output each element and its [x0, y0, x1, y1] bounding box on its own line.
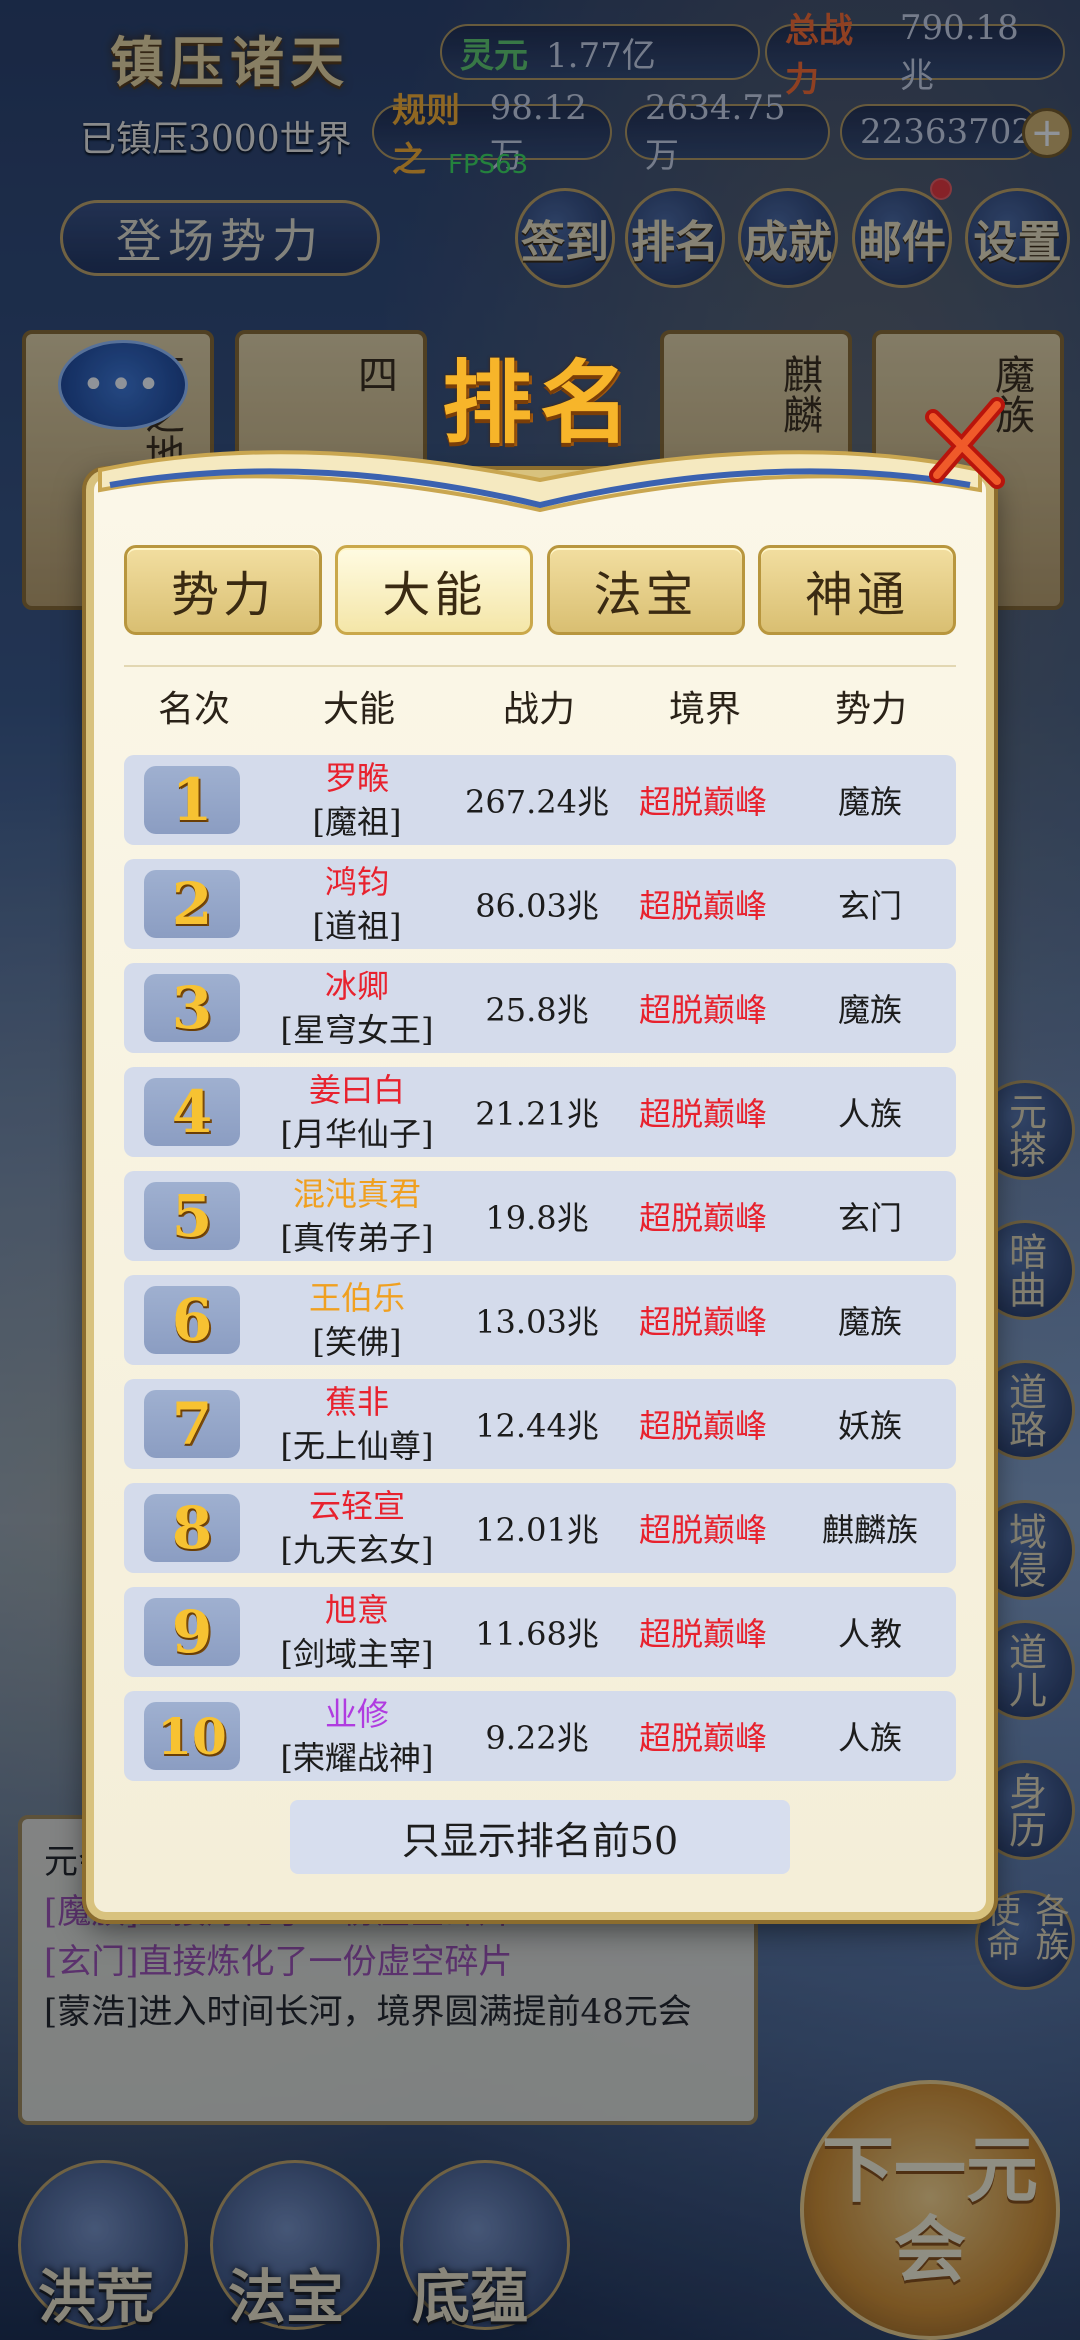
close-icon[interactable]: [915, 395, 1015, 495]
realm-value: 超脱巅峰: [638, 1719, 767, 1757]
table-header: 名次 大能 战力 境界 势力: [124, 680, 956, 740]
character-name: 云轻宣: [308, 1487, 405, 1525]
table-row[interactable]: 3 冰卿 [星穹女王] 25.8兆 超脱巅峰 魔族: [124, 963, 956, 1053]
faction-value: 玄门: [837, 1199, 902, 1237]
realm-value: 超脱巅峰: [638, 1511, 767, 1549]
table-row[interactable]: 6 王伯乐 [笑佛] 13.03兆 超脱巅峰 魔族: [124, 1275, 956, 1365]
rank-number: 9: [144, 1598, 240, 1666]
faction-value: 麒麟族: [821, 1511, 918, 1549]
header-power: 战力: [502, 689, 575, 730]
header-realm: 境界: [668, 689, 741, 730]
power-value: 12.44兆: [475, 1407, 599, 1445]
character-title: [星穹女王]: [280, 1011, 434, 1049]
table-row[interactable]: 7 蕉非 [无上仙尊] 12.44兆 超脱巅峰 妖族: [124, 1379, 956, 1469]
realm-value: 超脱巅峰: [638, 1407, 767, 1445]
character-title: [荣耀战神]: [280, 1739, 434, 1777]
realm-value: 超脱巅峰: [638, 1303, 767, 1341]
faction-value: 人族: [837, 1719, 902, 1757]
realm-value: 超脱巅峰: [638, 1615, 767, 1653]
power-value: 12.01兆: [475, 1511, 599, 1549]
top50-note: 只显示排名前50: [290, 1800, 790, 1874]
character-title: [剑域主宰]: [280, 1635, 434, 1673]
header-rank: 名次: [157, 689, 230, 730]
rank-number: 4: [144, 1078, 240, 1146]
rank-number: 10: [144, 1702, 240, 1770]
name-cell: 鸿钧 [道祖]: [262, 860, 452, 948]
character-name: 冰卿: [324, 967, 389, 1005]
table-row[interactable]: 4 姜曰白 [月华仙子] 21.21兆 超脱巅峰 人族: [124, 1067, 956, 1157]
header-name: 大能: [322, 689, 395, 730]
faction-value: 玄门: [837, 887, 902, 925]
rank-number: 2: [144, 870, 240, 938]
ranking-table: 1 罗睺 [魔祖] 267.24兆 超脱巅峰 魔族 2 鸿钧 [道祖] 86.03兆 超脱巅峰 玄门 3…: [124, 755, 956, 1795]
rank-number: 8: [144, 1494, 240, 1562]
character-title: [笑佛]: [312, 1323, 402, 1361]
realm-value: 超脱巅峰: [638, 991, 767, 1029]
character-title: [道祖]: [312, 907, 402, 945]
tabs-divider: [124, 665, 956, 667]
faction-value: 人族: [837, 1095, 902, 1133]
power-value: 267.24兆: [465, 783, 609, 821]
faction-value: 人教: [837, 1615, 902, 1653]
rank-number: 7: [144, 1390, 240, 1458]
tab-faction[interactable]: 势力: [124, 545, 322, 635]
power-value: 25.8兆: [485, 991, 589, 1029]
table-row[interactable]: 5 混沌真君 [真传弟子] 19.8兆 超脱巅峰 玄门: [124, 1171, 956, 1261]
character-title: [无上仙尊]: [280, 1427, 434, 1465]
character-title: [月华仙子]: [280, 1115, 434, 1153]
rank-number: 3: [144, 974, 240, 1042]
power-value: 19.8兆: [485, 1199, 589, 1237]
realm-value: 超脱巅峰: [638, 783, 767, 821]
tab-divine-ability[interactable]: 神通: [757, 545, 956, 635]
power-value: 21.21兆: [475, 1095, 599, 1133]
name-cell: 罗睺 [魔祖]: [262, 756, 452, 844]
character-name: 蕉非: [324, 1383, 389, 1421]
name-cell: 蕉非 [无上仙尊]: [262, 1380, 452, 1468]
character-name: 王伯乐: [308, 1279, 405, 1317]
realm-value: 超脱巅峰: [638, 1095, 767, 1133]
table-row[interactable]: 1 罗睺 [魔祖] 267.24兆 超脱巅峰 魔族: [124, 755, 956, 845]
power-value: 11.68兆: [475, 1615, 599, 1653]
rank-number: 5: [144, 1182, 240, 1250]
name-cell: 业修 [荣耀战神]: [262, 1692, 452, 1780]
character-name: 罗睺: [324, 759, 389, 797]
faction-value: 妖族: [837, 1407, 902, 1445]
name-cell: 冰卿 [星穹女王]: [262, 964, 452, 1052]
name-cell: 云轻宣 [九天玄女]: [262, 1484, 452, 1572]
realm-value: 超脱巅峰: [638, 1199, 767, 1237]
character-name: 姜曰白: [308, 1071, 405, 1109]
ranking-tabs: 势力 大能 法宝 神通: [124, 545, 956, 635]
table-row[interactable]: 10 业修 [荣耀战神] 9.22兆 超脱巅峰 人族: [124, 1691, 956, 1781]
realm-value: 超脱巅峰: [638, 887, 767, 925]
faction-value: 魔族: [837, 1303, 902, 1341]
character-title: [真传弟子]: [280, 1219, 434, 1257]
power-value: 86.03兆: [475, 887, 599, 925]
character-title: [九天玄女]: [280, 1531, 434, 1569]
rank-number: 6: [144, 1286, 240, 1354]
power-value: 13.03兆: [475, 1303, 599, 1341]
name-cell: 姜曰白 [月华仙子]: [262, 1068, 452, 1156]
tab-great-power[interactable]: 大能: [335, 545, 534, 635]
table-row[interactable]: 8 云轻宣 [九天玄女] 12.01兆 超脱巅峰 麒麟族: [124, 1483, 956, 1573]
faction-value: 魔族: [837, 783, 902, 821]
table-row[interactable]: 2 鸿钧 [道祖] 86.03兆 超脱巅峰 玄门: [124, 859, 956, 949]
tab-treasure[interactable]: 法宝: [546, 545, 745, 635]
character-name: 业修: [324, 1695, 389, 1733]
header-faction: 势力: [834, 689, 907, 730]
character-title: [魔祖]: [312, 803, 402, 841]
faction-value: 魔族: [837, 991, 902, 1029]
character-name: 混沌真君: [292, 1175, 421, 1213]
name-cell: 旭意 [剑域主宰]: [262, 1588, 452, 1676]
power-value: 9.22兆: [485, 1719, 589, 1757]
character-name: 旭意: [324, 1591, 389, 1629]
character-name: 鸿钧: [324, 863, 389, 901]
name-cell: 混沌真君 [真传弟子]: [262, 1172, 452, 1260]
rank-number: 1: [144, 766, 240, 834]
name-cell: 王伯乐 [笑佛]: [262, 1276, 452, 1364]
table-row[interactable]: 9 旭意 [剑域主宰] 11.68兆 超脱巅峰 人教: [124, 1587, 956, 1677]
